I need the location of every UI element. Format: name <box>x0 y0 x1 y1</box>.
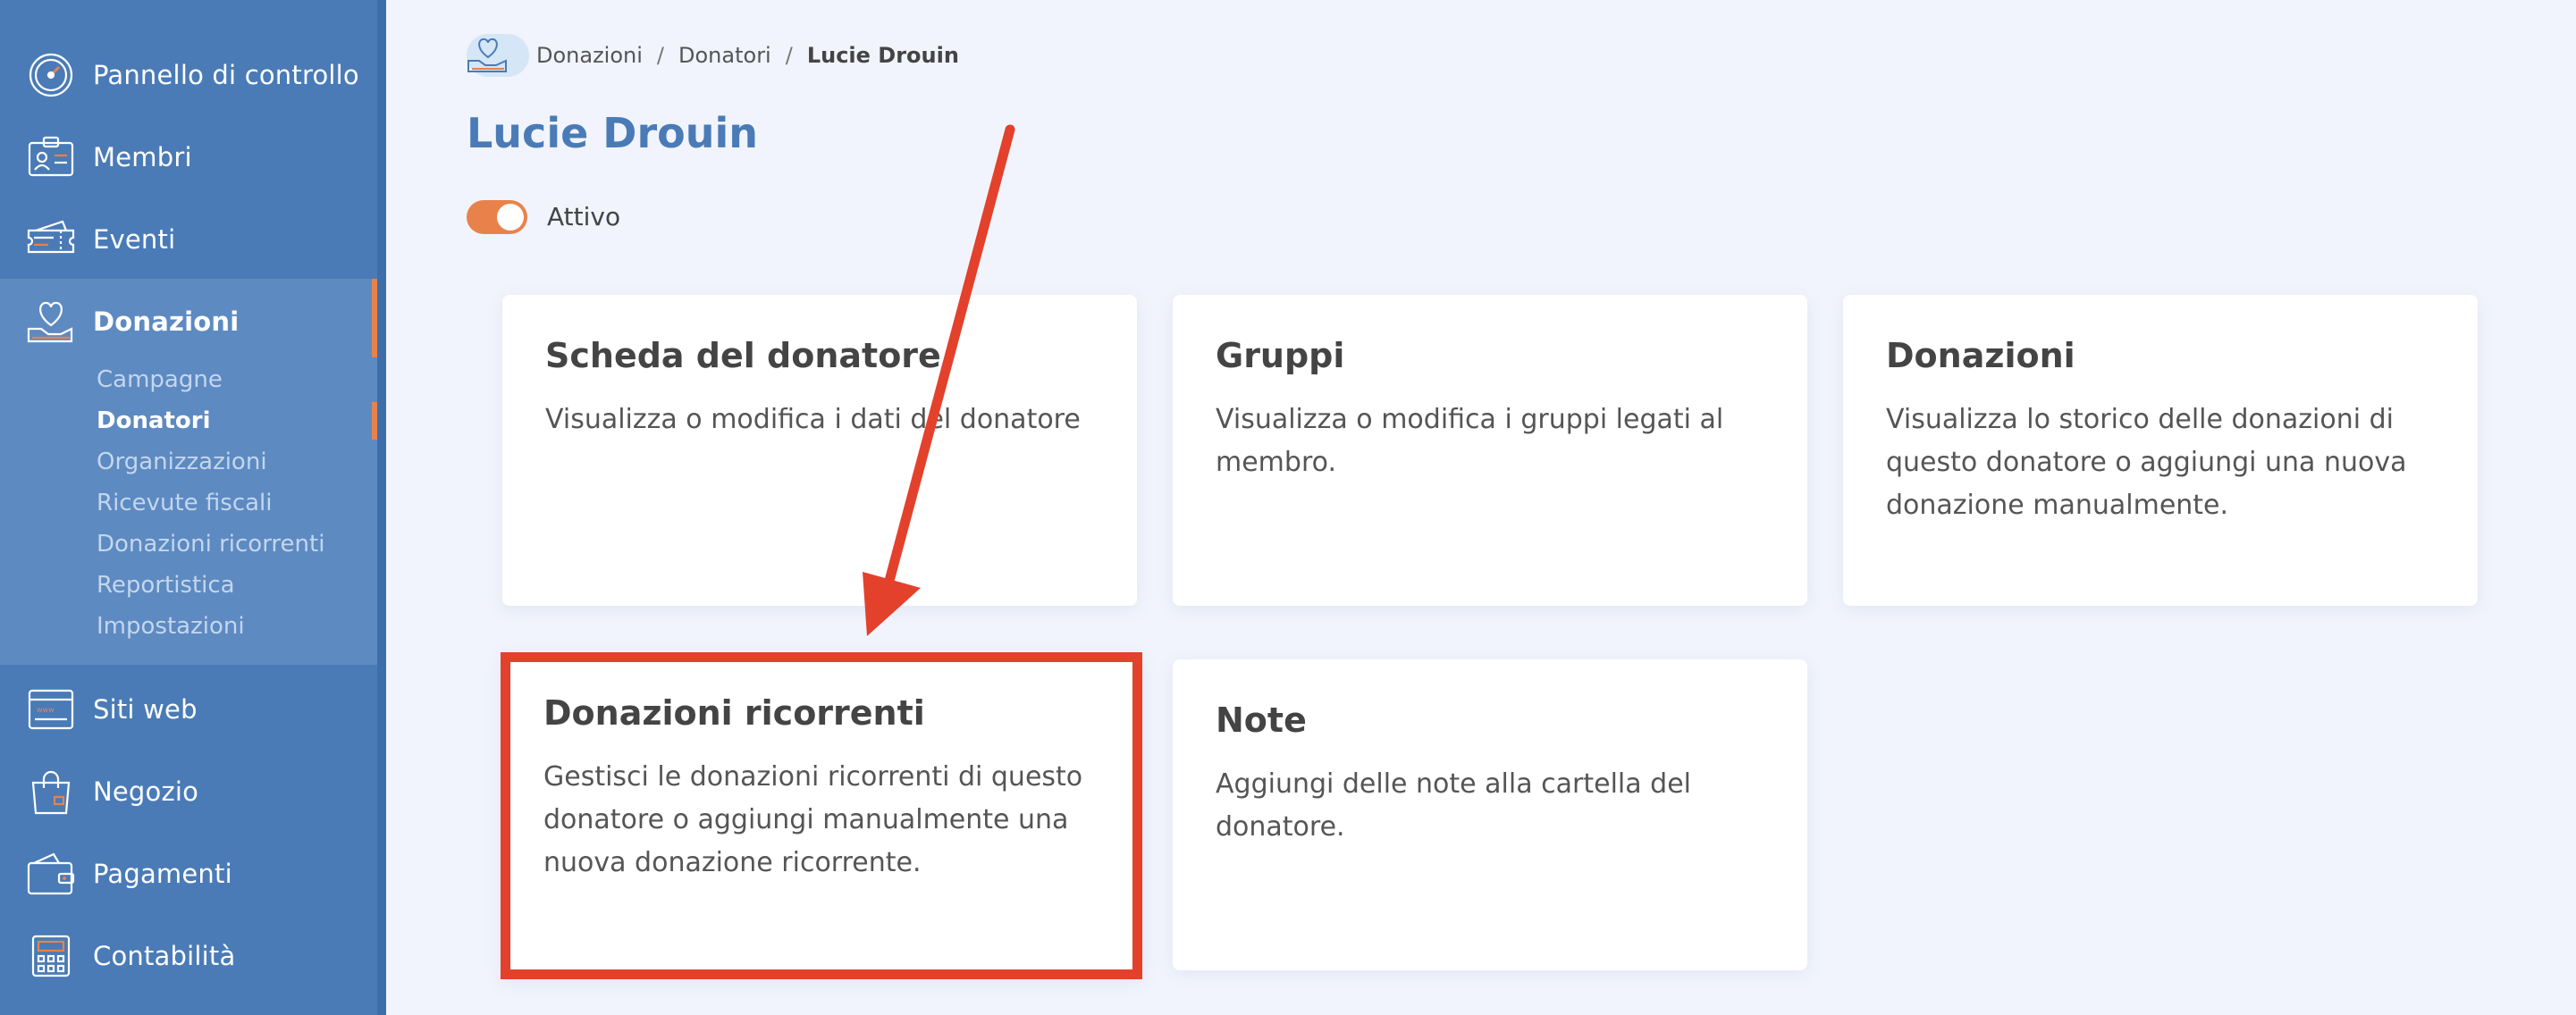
svg-text:www: www <box>37 706 55 714</box>
submenu-item-donatori[interactable]: Donatori <box>97 407 211 434</box>
submenu-item-impostazioni[interactable]: Impostazioni <box>97 613 245 640</box>
breadcrumb: Donazioni / Donatori / Lucie Drouin <box>467 34 959 77</box>
card-title: Note <box>1216 700 1307 740</box>
submenu-item-ricevute-fiscali[interactable]: Ricevute fiscali <box>97 490 273 516</box>
sidebar-item-label: Membri <box>93 142 192 172</box>
breadcrumb-current: Lucie Drouin <box>806 43 959 68</box>
card-note[interactable]: Note Aggiungi delle note alla cartella d… <box>1173 659 1807 970</box>
card-description: Visualizza o modifica i dati del donator… <box>545 404 1081 435</box>
card-description: Gestisci le donazioni ricorrenti di ques… <box>543 761 1083 878</box>
browser-window-icon: www <box>27 685 75 734</box>
sidebar-item-label: Contabilità <box>93 941 236 971</box>
status-toggle[interactable] <box>467 200 527 234</box>
sidebar-item-siti-web[interactable]: www Siti web <box>0 668 386 751</box>
card-donazioni[interactable]: Donazioni Visualizza lo storico delle do… <box>1843 295 2478 606</box>
sidebar-item-label: Pagamenti <box>93 859 232 889</box>
donation-logo-icon <box>467 34 529 77</box>
card-title: Gruppi <box>1216 336 1345 375</box>
card-description: Aggiungi delle note alla cartella del do… <box>1216 768 1692 843</box>
card-gruppi[interactable]: Gruppi Visualizza o modifica i gruppi le… <box>1173 295 1807 606</box>
card-description: Visualizza lo storico delle donazioni di… <box>1886 404 2407 521</box>
sidebar-item-membri[interactable]: Membri <box>0 116 386 198</box>
toggle-knob <box>497 204 524 231</box>
sidebar-item-label: Donazioni <box>93 306 240 337</box>
breadcrumb-separator: / <box>785 43 793 68</box>
sidebar-item-label: Siti web <box>93 694 198 725</box>
sidebar-item-pannello[interactable]: Pannello di controllo <box>0 34 386 116</box>
breadcrumb-link-donatori[interactable]: Donatori <box>678 43 771 68</box>
submenu-item-organizzazioni[interactable]: Organizzazioni <box>97 449 267 475</box>
card-donazioni-ricorrenti[interactable]: Donazioni ricorrenti Gestisci le donazio… <box>501 652 1142 979</box>
status-label: Attivo <box>547 202 621 231</box>
sidebar-item-eventi[interactable]: Eventi <box>0 198 386 281</box>
submenu-active-indicator <box>372 402 377 440</box>
card-description: Visualizza o modifica i gruppi legati al… <box>1216 404 1724 478</box>
ticket-icon <box>27 215 75 264</box>
id-card-icon <box>27 133 75 181</box>
sidebar-item-label: Negozio <box>93 776 199 807</box>
submenu-item-campagne[interactable]: Campagne <box>97 366 223 393</box>
sidebar-item-contabilita[interactable]: Contabilità <box>0 915 386 997</box>
page-title: Lucie Drouin <box>467 109 759 157</box>
sidebar: Pannello di controllo Membri Eventi Dona… <box>0 0 386 1015</box>
submenu-item-donazioni-ricorrenti[interactable]: Donazioni ricorrenti <box>97 531 324 558</box>
shopping-bag-icon <box>27 768 75 816</box>
speedometer-icon <box>27 51 75 99</box>
sidebar-item-label: Eventi <box>93 224 176 255</box>
sidebar-item-label: Pannello di controllo <box>93 60 359 90</box>
wallet-icon <box>27 850 75 898</box>
calculator-icon <box>27 932 75 980</box>
card-title: Donazioni <box>1886 336 2075 375</box>
heart-hand-icon <box>27 298 75 346</box>
sidebar-item-negozio[interactable]: Negozio <box>0 751 386 833</box>
sidebar-item-pagamenti[interactable]: Pagamenti <box>0 833 386 915</box>
submenu-item-reportistica[interactable]: Reportistica <box>97 572 235 599</box>
breadcrumb-link-donazioni[interactable]: Donazioni <box>536 43 643 68</box>
sidebar-item-donazioni[interactable]: Donazioni <box>0 281 386 363</box>
card-title: Scheda del donatore <box>545 336 941 375</box>
card-title: Donazioni ricorrenti <box>543 693 925 733</box>
card-scheda-donatore[interactable]: Scheda del donatore Visualizza o modific… <box>502 295 1137 606</box>
breadcrumb-separator: / <box>656 43 665 68</box>
